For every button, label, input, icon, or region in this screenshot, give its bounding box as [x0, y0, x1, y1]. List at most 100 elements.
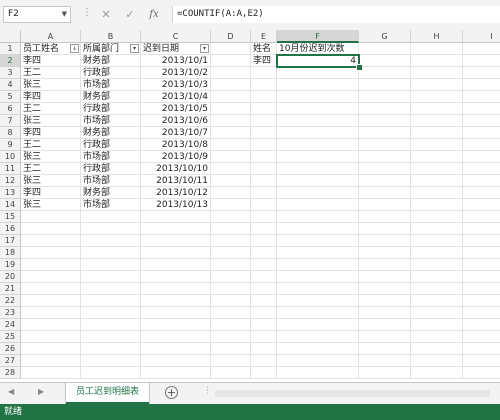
- cell[interactable]: [81, 211, 141, 223]
- table-cell[interactable]: 市场部: [81, 175, 141, 187]
- cell[interactable]: [211, 55, 251, 67]
- cell[interactable]: [411, 247, 463, 259]
- cell[interactable]: [277, 163, 359, 175]
- enter-icon[interactable]: ✓: [123, 8, 137, 21]
- row-header-24[interactable]: 24: [0, 319, 21, 331]
- row-header-9[interactable]: 9: [0, 139, 21, 151]
- cell[interactable]: [277, 295, 359, 307]
- cell[interactable]: [277, 271, 359, 283]
- cell[interactable]: [251, 247, 277, 259]
- cell[interactable]: [251, 295, 277, 307]
- cell[interactable]: [359, 187, 411, 199]
- cell[interactable]: [211, 127, 251, 139]
- table-cell[interactable]: 王二: [21, 163, 81, 175]
- cell[interactable]: [211, 343, 251, 355]
- column-header-c[interactable]: C: [141, 30, 211, 43]
- cell[interactable]: [211, 295, 251, 307]
- cell[interactable]: [359, 367, 411, 379]
- cell[interactable]: [411, 211, 463, 223]
- cell[interactable]: [211, 319, 251, 331]
- cell[interactable]: [141, 247, 211, 259]
- cell[interactable]: [141, 295, 211, 307]
- cell[interactable]: [81, 343, 141, 355]
- table-cell[interactable]: 2013/10/3: [141, 79, 211, 91]
- cell[interactable]: [359, 331, 411, 343]
- cell[interactable]: [411, 295, 463, 307]
- cell[interactable]: [211, 235, 251, 247]
- row-header-13[interactable]: 13: [0, 187, 21, 199]
- cell[interactable]: [463, 199, 500, 211]
- cell[interactable]: [411, 223, 463, 235]
- row-header-8[interactable]: 8: [0, 127, 21, 139]
- cell[interactable]: [141, 307, 211, 319]
- cell[interactable]: [251, 127, 277, 139]
- cell[interactable]: [277, 91, 359, 103]
- cell[interactable]: [277, 127, 359, 139]
- select-all-corner[interactable]: [0, 30, 21, 43]
- formula-input[interactable]: =COUNTIF(A:A,E2): [172, 6, 500, 23]
- table-cell[interactable]: 张三: [21, 115, 81, 127]
- column-header-h[interactable]: H: [411, 30, 463, 43]
- cell[interactable]: [411, 187, 463, 199]
- cell[interactable]: [463, 151, 500, 163]
- table-cell[interactable]: 2013/10/6: [141, 115, 211, 127]
- cell[interactable]: [141, 223, 211, 235]
- filter-dropdown-icon[interactable]: ▾: [200, 44, 209, 53]
- cell[interactable]: [277, 79, 359, 91]
- row-header-17[interactable]: 17: [0, 235, 21, 247]
- cell[interactable]: [359, 79, 411, 91]
- cell[interactable]: [463, 187, 500, 199]
- cell[interactable]: [81, 259, 141, 271]
- lookup-count-cell[interactable]: 4: [277, 55, 359, 67]
- table-cell[interactable]: 李四: [21, 127, 81, 139]
- cell[interactable]: [277, 259, 359, 271]
- cell[interactable]: [211, 151, 251, 163]
- lookup-count-header[interactable]: 10月份迟到次数: [277, 43, 359, 55]
- table-cell[interactable]: 2013/10/9: [141, 151, 211, 163]
- row-header-5[interactable]: 5: [0, 91, 21, 103]
- cell[interactable]: [21, 271, 81, 283]
- row-header-27[interactable]: 27: [0, 355, 21, 367]
- cell[interactable]: [463, 211, 500, 223]
- cell[interactable]: [411, 355, 463, 367]
- table-cell[interactable]: 王二: [21, 67, 81, 79]
- cell[interactable]: [463, 115, 500, 127]
- cell[interactable]: [411, 319, 463, 331]
- cell[interactable]: [251, 91, 277, 103]
- cell[interactable]: [141, 283, 211, 295]
- cell[interactable]: [141, 319, 211, 331]
- table-cell[interactable]: 市场部: [81, 151, 141, 163]
- cell[interactable]: [251, 223, 277, 235]
- cell[interactable]: [211, 79, 251, 91]
- cell[interactable]: [251, 307, 277, 319]
- cell[interactable]: [463, 175, 500, 187]
- cell[interactable]: [81, 223, 141, 235]
- table-cell[interactable]: 2013/10/12: [141, 187, 211, 199]
- cell[interactable]: [411, 163, 463, 175]
- table-cell[interactable]: 张三: [21, 79, 81, 91]
- row-header-11[interactable]: 11: [0, 163, 21, 175]
- cell[interactable]: [81, 235, 141, 247]
- row-header-10[interactable]: 10: [0, 151, 21, 163]
- cell[interactable]: [463, 259, 500, 271]
- cell[interactable]: [411, 127, 463, 139]
- sheet-tab-active[interactable]: 员工迟到明细表: [66, 383, 150, 404]
- cell[interactable]: [81, 307, 141, 319]
- cell[interactable]: [141, 271, 211, 283]
- cell[interactable]: [463, 163, 500, 175]
- cell[interactable]: [411, 79, 463, 91]
- table-cell[interactable]: 张三: [21, 175, 81, 187]
- cancel-icon[interactable]: ✕: [99, 8, 113, 21]
- cell[interactable]: [21, 295, 81, 307]
- cell[interactable]: [211, 103, 251, 115]
- cell[interactable]: [21, 367, 81, 379]
- row-header-7[interactable]: 7: [0, 115, 21, 127]
- cell[interactable]: [463, 139, 500, 151]
- cell[interactable]: [81, 295, 141, 307]
- column-header-b[interactable]: B: [81, 30, 141, 43]
- cell[interactable]: [141, 331, 211, 343]
- row-header-12[interactable]: 12: [0, 175, 21, 187]
- cell[interactable]: [211, 91, 251, 103]
- cell[interactable]: [411, 151, 463, 163]
- cell[interactable]: [211, 283, 251, 295]
